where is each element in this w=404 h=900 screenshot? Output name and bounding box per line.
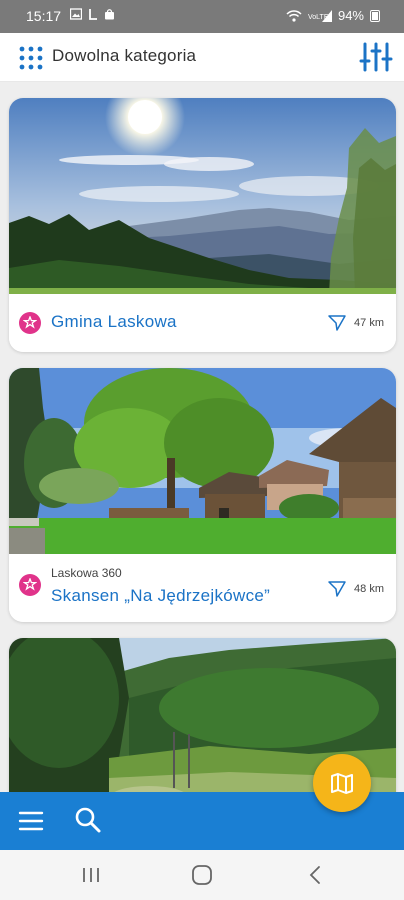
poi-distance: 48 km	[328, 580, 384, 598]
open-air-museum-photo[interactable]	[9, 368, 396, 554]
battery-icon	[370, 9, 380, 22]
map-icon	[331, 773, 353, 794]
wifi-icon	[286, 9, 302, 22]
navigation-arrow-icon	[328, 315, 346, 331]
status-left-icons	[70, 8, 115, 20]
hamburger-menu-icon[interactable]	[18, 810, 44, 832]
poi-card-title[interactable]: Gmina Laskowa	[51, 312, 177, 332]
poi-category-icon	[19, 574, 41, 596]
navigation-arrow-icon	[328, 581, 346, 597]
mountain-panorama-photo[interactable]	[9, 98, 396, 294]
poi-feed[interactable]: Gmina Laskowa 47 km Laskowa 360 Skansen …	[0, 82, 404, 792]
home-icon[interactable]	[190, 864, 214, 886]
filter-sliders-icon[interactable]	[358, 42, 394, 72]
grid-icon[interactable]	[18, 45, 44, 71]
poi-card[interactable]: Gmina Laskowa 47 km	[9, 98, 396, 352]
poi-card-title[interactable]: Skansen „Na Jędrzejkówce”	[51, 586, 270, 606]
poi-card-subtitle: Laskowa 360	[51, 566, 122, 580]
poi-distance-value: 47 km	[354, 317, 384, 329]
poi-distance: 47 km	[328, 314, 384, 332]
poi-card-info[interactable]: Laskowa 360 Skansen „Na Jędrzejkówce” 48…	[9, 554, 396, 622]
poi-card-info[interactable]: Gmina Laskowa 47 km	[9, 294, 396, 352]
top-app-bar: Dowolna kategoria	[0, 33, 404, 82]
open-air-museum-image	[9, 368, 396, 554]
shopping-bag-icon	[105, 9, 114, 20]
lock-screen-icon	[89, 9, 97, 20]
recent-apps-icon[interactable]	[79, 864, 103, 886]
poi-category-icon	[19, 312, 41, 334]
mountain-panorama-image	[9, 98, 396, 294]
status-right-icons: VoLTE 94%	[286, 8, 380, 23]
poi-card[interactable]: Laskowa 360 Skansen „Na Jędrzejkówce” 48…	[9, 368, 396, 622]
category-title[interactable]: Dowolna kategoria	[52, 46, 196, 66]
status-time: 15:17	[26, 8, 62, 24]
status-bar: 15:17 VoLTE 94%	[0, 0, 404, 33]
poi-distance-value: 48 km	[354, 583, 384, 595]
signal-icon: VoLTE	[308, 9, 332, 22]
battery-percent: 94%	[337, 8, 364, 23]
image-icon	[70, 8, 82, 20]
back-icon[interactable]	[304, 864, 328, 886]
system-nav-bar	[0, 850, 404, 900]
search-icon[interactable]	[74, 806, 102, 834]
map-fab-button[interactable]	[313, 754, 371, 812]
